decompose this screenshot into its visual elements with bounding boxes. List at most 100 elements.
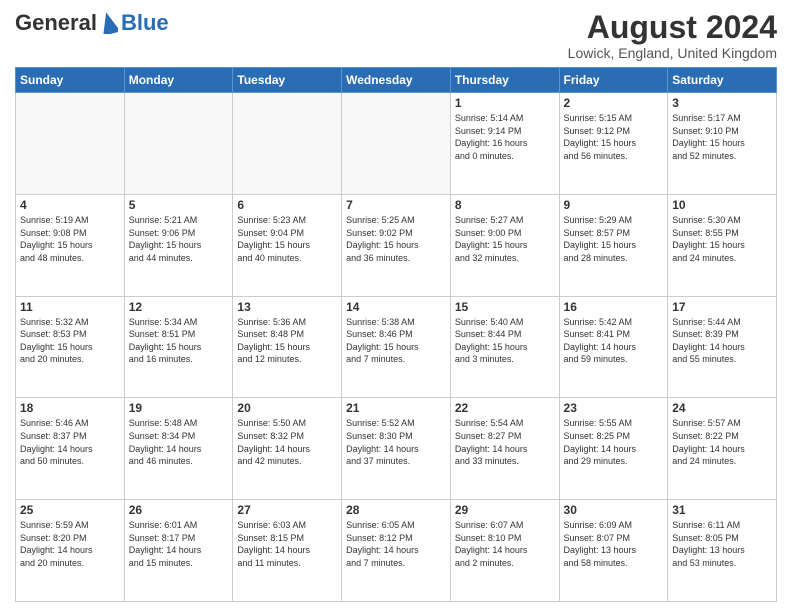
day-content: Sunrise: 5:15 AM Sunset: 9:12 PM Dayligh… xyxy=(564,112,664,162)
day-number: 14 xyxy=(346,300,446,314)
calendar-header-sunday: Sunday xyxy=(16,68,125,93)
day-number: 18 xyxy=(20,401,120,415)
calendar-cell: 17 Sunrise: 5:44 AM Sunset: 8:39 PM Dayli… xyxy=(668,296,777,398)
day-content: Sunrise: 5:50 AM Sunset: 8:32 PM Dayligh… xyxy=(237,417,337,467)
logo-general: General xyxy=(15,10,97,36)
day-content: Sunrise: 5:57 AM Sunset: 8:22 PM Dayligh… xyxy=(672,417,772,467)
day-number: 17 xyxy=(672,300,772,314)
calendar-cell: 21 Sunrise: 5:52 AM Sunset: 8:30 PM Dayli… xyxy=(342,398,451,500)
logo-sail-icon xyxy=(100,12,118,34)
day-content: Sunrise: 5:27 AM Sunset: 9:00 PM Dayligh… xyxy=(455,214,555,264)
calendar-cell: 14 Sunrise: 5:38 AM Sunset: 8:46 PM Dayli… xyxy=(342,296,451,398)
calendar-cell: 7 Sunrise: 5:25 AM Sunset: 9:02 PM Daylig… xyxy=(342,194,451,296)
day-number: 29 xyxy=(455,503,555,517)
day-number: 23 xyxy=(564,401,664,415)
day-content: Sunrise: 5:32 AM Sunset: 8:53 PM Dayligh… xyxy=(20,316,120,366)
calendar-cell: 4Sunrise: 5:19 AM Sunset: 9:08 PM Daylig… xyxy=(16,194,125,296)
calendar-cell: 12 Sunrise: 5:34 AM Sunset: 8:51 PM Dayli… xyxy=(124,296,233,398)
calendar-header-row: SundayMondayTuesdayWednesdayThursdayFrid… xyxy=(16,68,777,93)
day-number: 8 xyxy=(455,198,555,212)
day-number: 11 xyxy=(20,300,120,314)
calendar-cell: 31Sunrise: 6:11 AM Sunset: 8:05 PM Dayli… xyxy=(668,500,777,602)
calendar-cell: 20 Sunrise: 5:50 AM Sunset: 8:32 PM Dayli… xyxy=(233,398,342,500)
day-number: 16 xyxy=(564,300,664,314)
header: General Blue August 2024 Lowick, England… xyxy=(15,10,777,61)
calendar-cell: 15Sunrise: 5:40 AM Sunset: 8:44 PM Dayli… xyxy=(450,296,559,398)
month-year: August 2024 xyxy=(568,10,777,45)
calendar-header-saturday: Saturday xyxy=(668,68,777,93)
calendar-week-3: 11 Sunrise: 5:32 AM Sunset: 8:53 PM Dayli… xyxy=(16,296,777,398)
day-number: 3 xyxy=(672,96,772,110)
calendar-header-monday: Monday xyxy=(124,68,233,93)
day-content: Sunrise: 5:46 AM Sunset: 8:37 PM Dayligh… xyxy=(20,417,120,467)
day-content: Sunrise: 5:59 AM Sunset: 8:20 PM Dayligh… xyxy=(20,519,120,569)
calendar-header-wednesday: Wednesday xyxy=(342,68,451,93)
calendar-cell: 8 Sunrise: 5:27 AM Sunset: 9:00 PM Daylig… xyxy=(450,194,559,296)
calendar-cell xyxy=(16,93,125,195)
calendar-cell: 26Sunrise: 6:01 AM Sunset: 8:17 PM Dayli… xyxy=(124,500,233,602)
page: General Blue August 2024 Lowick, England… xyxy=(0,0,792,612)
logo-blue: Blue xyxy=(121,10,169,36)
day-content: Sunrise: 6:07 AM Sunset: 8:10 PM Dayligh… xyxy=(455,519,555,569)
day-number: 28 xyxy=(346,503,446,517)
calendar-cell: 27Sunrise: 6:03 AM Sunset: 8:15 PM Dayli… xyxy=(233,500,342,602)
day-content: Sunrise: 5:48 AM Sunset: 8:34 PM Dayligh… xyxy=(129,417,229,467)
calendar-cell: 2 Sunrise: 5:15 AM Sunset: 9:12 PM Daylig… xyxy=(559,93,668,195)
calendar-cell xyxy=(342,93,451,195)
day-content: Sunrise: 5:29 AM Sunset: 8:57 PM Dayligh… xyxy=(564,214,664,264)
day-content: Sunrise: 6:09 AM Sunset: 8:07 PM Dayligh… xyxy=(564,519,664,569)
calendar-cell: 22Sunrise: 5:54 AM Sunset: 8:27 PM Dayli… xyxy=(450,398,559,500)
calendar-cell: 25Sunrise: 5:59 AM Sunset: 8:20 PM Dayli… xyxy=(16,500,125,602)
day-number: 2 xyxy=(564,96,664,110)
day-content: Sunrise: 6:11 AM Sunset: 8:05 PM Dayligh… xyxy=(672,519,772,569)
day-content: Sunrise: 5:54 AM Sunset: 8:27 PM Dayligh… xyxy=(455,417,555,467)
day-content: Sunrise: 5:52 AM Sunset: 8:30 PM Dayligh… xyxy=(346,417,446,467)
calendar-week-2: 4Sunrise: 5:19 AM Sunset: 9:08 PM Daylig… xyxy=(16,194,777,296)
calendar-cell: 28 Sunrise: 6:05 AM Sunset: 8:12 PM Dayli… xyxy=(342,500,451,602)
day-number: 30 xyxy=(564,503,664,517)
calendar-cell: 16 Sunrise: 5:42 AM Sunset: 8:41 PM Dayli… xyxy=(559,296,668,398)
logo: General Blue xyxy=(15,10,169,36)
calendar-header-friday: Friday xyxy=(559,68,668,93)
day-number: 24 xyxy=(672,401,772,415)
calendar-header-thursday: Thursday xyxy=(450,68,559,93)
day-number: 6 xyxy=(237,198,337,212)
calendar-cell: 30 Sunrise: 6:09 AM Sunset: 8:07 PM Dayli… xyxy=(559,500,668,602)
day-number: 19 xyxy=(129,401,229,415)
day-number: 12 xyxy=(129,300,229,314)
calendar-cell: 23 Sunrise: 5:55 AM Sunset: 8:25 PM Dayli… xyxy=(559,398,668,500)
calendar-cell: 29 Sunrise: 6:07 AM Sunset: 8:10 PM Dayli… xyxy=(450,500,559,602)
calendar-header-tuesday: Tuesday xyxy=(233,68,342,93)
calendar-cell: 3 Sunrise: 5:17 AM Sunset: 9:10 PM Daylig… xyxy=(668,93,777,195)
day-number: 10 xyxy=(672,198,772,212)
location: Lowick, England, United Kingdom xyxy=(568,45,777,61)
calendar-table: SundayMondayTuesdayWednesdayThursdayFrid… xyxy=(15,67,777,602)
day-content: Sunrise: 6:05 AM Sunset: 8:12 PM Dayligh… xyxy=(346,519,446,569)
day-content: Sunrise: 5:44 AM Sunset: 8:39 PM Dayligh… xyxy=(672,316,772,366)
calendar-cell: 11 Sunrise: 5:32 AM Sunset: 8:53 PM Dayli… xyxy=(16,296,125,398)
day-content: Sunrise: 5:38 AM Sunset: 8:46 PM Dayligh… xyxy=(346,316,446,366)
day-number: 27 xyxy=(237,503,337,517)
day-content: Sunrise: 5:55 AM Sunset: 8:25 PM Dayligh… xyxy=(564,417,664,467)
calendar-cell xyxy=(124,93,233,195)
calendar-cell: 1Sunrise: 5:14 AM Sunset: 9:14 PM Daylig… xyxy=(450,93,559,195)
calendar-cell: 24 Sunrise: 5:57 AM Sunset: 8:22 PM Dayli… xyxy=(668,398,777,500)
calendar-cell: 6Sunrise: 5:23 AM Sunset: 9:04 PM Daylig… xyxy=(233,194,342,296)
day-content: Sunrise: 5:21 AM Sunset: 9:06 PM Dayligh… xyxy=(129,214,229,264)
day-content: Sunrise: 5:34 AM Sunset: 8:51 PM Dayligh… xyxy=(129,316,229,366)
calendar-cell: 5Sunrise: 5:21 AM Sunset: 9:06 PM Daylig… xyxy=(124,194,233,296)
calendar-week-4: 18 Sunrise: 5:46 AM Sunset: 8:37 PM Dayli… xyxy=(16,398,777,500)
calendar-cell: 13Sunrise: 5:36 AM Sunset: 8:48 PM Dayli… xyxy=(233,296,342,398)
calendar-cell: 18 Sunrise: 5:46 AM Sunset: 8:37 PM Dayli… xyxy=(16,398,125,500)
calendar-cell: 19 Sunrise: 5:48 AM Sunset: 8:34 PM Dayli… xyxy=(124,398,233,500)
day-number: 4 xyxy=(20,198,120,212)
day-content: Sunrise: 5:17 AM Sunset: 9:10 PM Dayligh… xyxy=(672,112,772,162)
day-number: 7 xyxy=(346,198,446,212)
day-number: 21 xyxy=(346,401,446,415)
day-number: 20 xyxy=(237,401,337,415)
day-content: Sunrise: 5:36 AM Sunset: 8:48 PM Dayligh… xyxy=(237,316,337,366)
day-content: Sunrise: 6:01 AM Sunset: 8:17 PM Dayligh… xyxy=(129,519,229,569)
day-content: Sunrise: 5:42 AM Sunset: 8:41 PM Dayligh… xyxy=(564,316,664,366)
day-number: 1 xyxy=(455,96,555,110)
day-content: Sunrise: 5:25 AM Sunset: 9:02 PM Dayligh… xyxy=(346,214,446,264)
